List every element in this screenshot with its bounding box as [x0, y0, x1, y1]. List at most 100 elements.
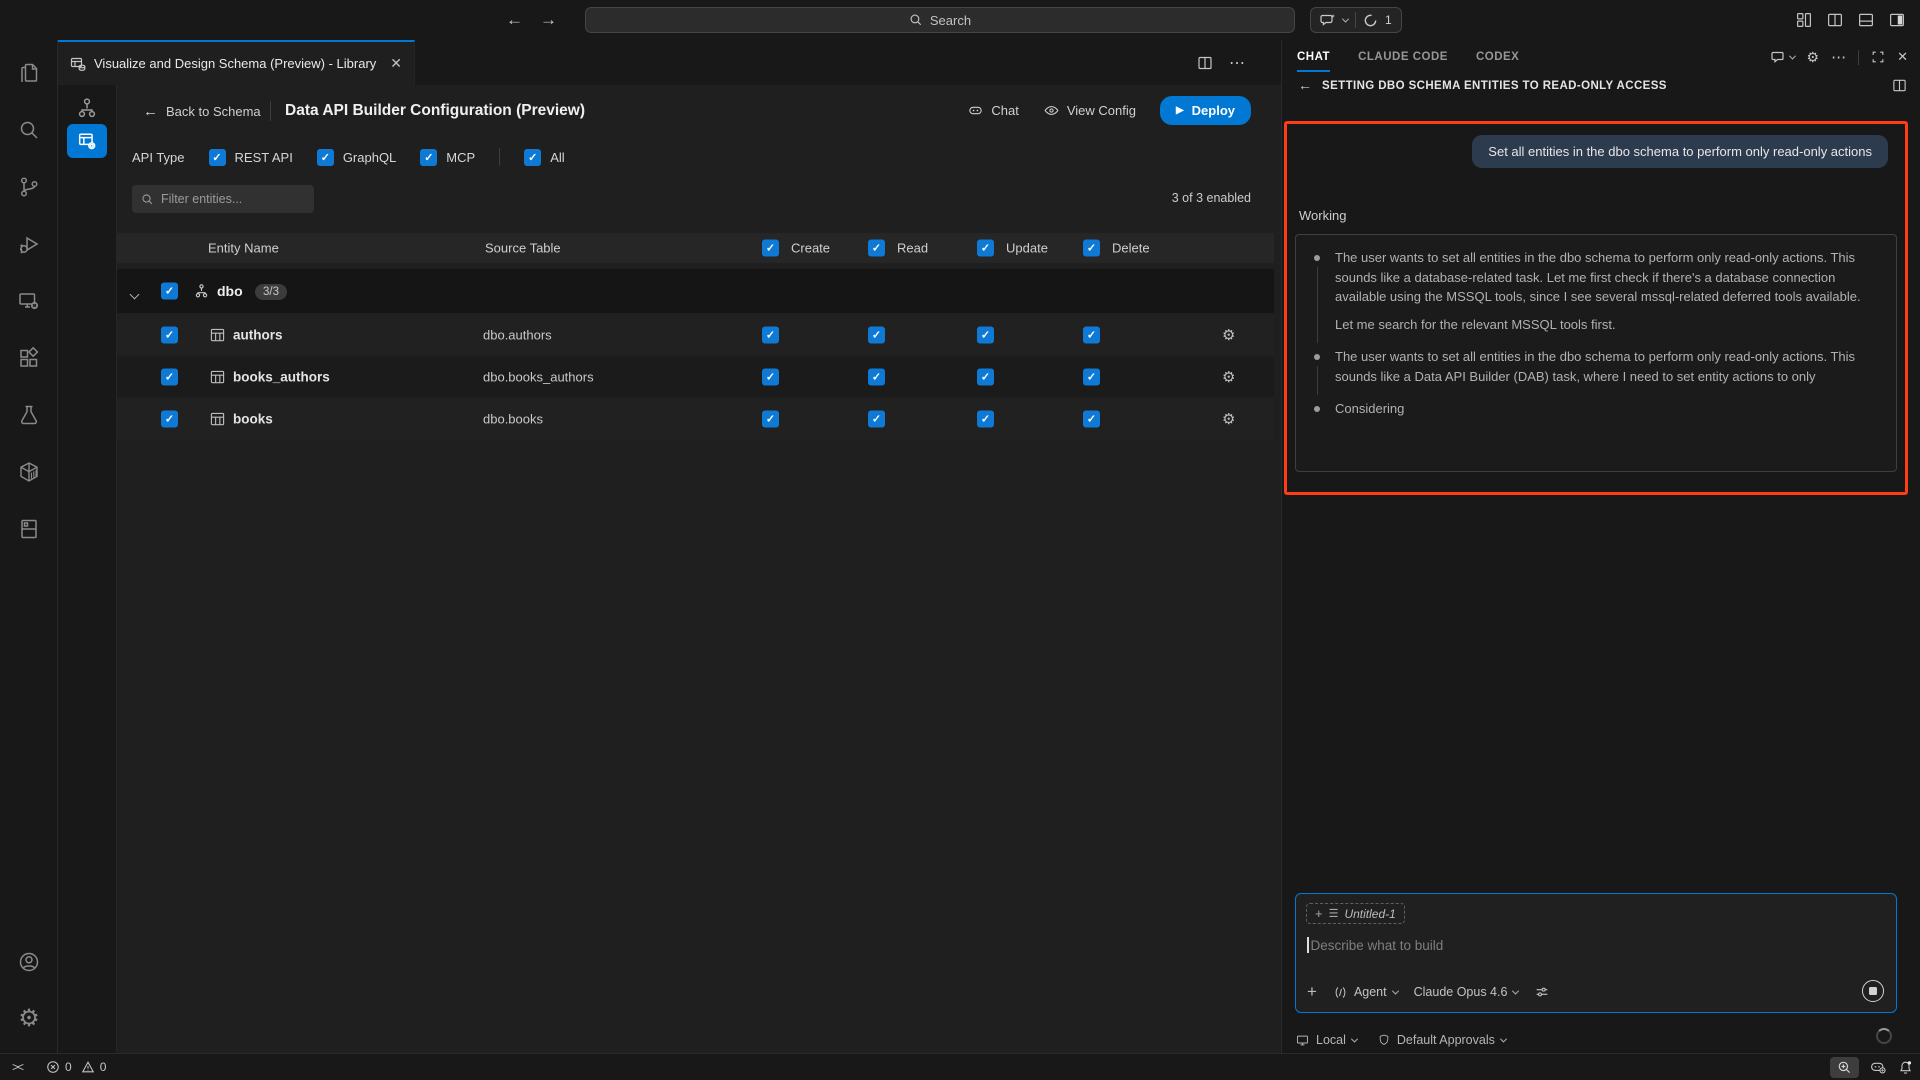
device-local-icon: [1295, 1033, 1310, 1048]
context-chip[interactable]: + ☰ Untitled-1: [1306, 903, 1405, 924]
update-checkbox[interactable]: [977, 327, 994, 344]
schema-group-row[interactable]: dbo 3/3: [117, 269, 1274, 313]
read-checkbox[interactable]: [868, 369, 885, 386]
delete-checkbox[interactable]: [1083, 327, 1100, 344]
more-actions-icon[interactable]: ⋯: [1831, 48, 1846, 66]
row-checkbox[interactable]: [161, 369, 178, 386]
update-checkbox[interactable]: [977, 369, 994, 386]
zoom-in-button[interactable]: [1830, 1057, 1859, 1078]
table-header-row: Entity Name Source Table Create Read Upd…: [117, 233, 1274, 263]
approvals-picker[interactable]: Default Approvals: [1377, 1033, 1506, 1047]
read-checkbox[interactable]: [868, 411, 885, 428]
create-all-checkbox[interactable]: [762, 240, 779, 257]
view-config-button[interactable]: View Config: [1043, 102, 1136, 119]
close-icon[interactable]: ✕: [1897, 49, 1908, 65]
attach-icon[interactable]: +: [1307, 982, 1317, 1002]
copilot-status-icon[interactable]: [1869, 1058, 1887, 1076]
back-to-schema-button[interactable]: ← Back to Schema: [143, 95, 261, 127]
command-center-search[interactable]: Search: [585, 7, 1295, 33]
split-editor-icon[interactable]: [1197, 55, 1213, 71]
toggle-panel-icon[interactable]: [1857, 11, 1875, 29]
remote-window-icon[interactable]: ><: [12, 1060, 22, 1074]
chat-input-box[interactable]: + ☰ Untitled-1 Describe what to build + …: [1295, 893, 1897, 1013]
sidebar-item-explorer[interactable]: [0, 44, 58, 101]
nav-forward-button[interactable]: →: [540, 0, 557, 40]
delete-checkbox[interactable]: [1083, 369, 1100, 386]
read-all-checkbox[interactable]: [868, 240, 885, 257]
tab-chat[interactable]: CHAT: [1297, 40, 1330, 74]
filter-entities-input[interactable]: Filter entities...: [132, 185, 314, 213]
delete-checkbox[interactable]: [1083, 411, 1100, 428]
thinking-step: The user wants to set all entities in th…: [1312, 248, 1878, 334]
chat-button[interactable]: Chat: [967, 102, 1018, 119]
agent-mode-picker[interactable]: Agent: [1333, 985, 1398, 1000]
deploy-button[interactable]: ▶ Deploy: [1160, 96, 1251, 125]
open-in-editor-icon[interactable]: [1892, 78, 1907, 93]
split-editor-icon[interactable]: [1826, 11, 1844, 29]
settings-button[interactable]: ⚙: [0, 990, 58, 1047]
maximize-icon[interactable]: [1871, 50, 1885, 64]
sidebar-item-search[interactable]: [0, 101, 58, 158]
dbo-group-checkbox[interactable]: [161, 283, 178, 300]
close-icon[interactable]: ✕: [390, 55, 402, 72]
schema-visualizer-icon[interactable]: [75, 96, 99, 120]
row-settings-gear-icon[interactable]: ⚙: [1222, 410, 1235, 428]
table-designer-button[interactable]: [67, 124, 107, 158]
update-checkbox[interactable]: [977, 411, 994, 428]
model-picker[interactable]: Claude Opus 4.6: [1414, 985, 1519, 999]
sidebar-item-containers[interactable]: [0, 443, 58, 500]
more-actions-icon[interactable]: ⋯: [1229, 53, 1245, 73]
problems-indicator[interactable]: 0 0: [46, 1060, 106, 1074]
settings-gear-icon[interactable]: ⚙: [1807, 49, 1820, 66]
tools-sliders-icon[interactable]: [1534, 984, 1550, 1000]
notifications-bell-icon[interactable]: [1897, 1059, 1914, 1076]
toggle-secondary-sidebar-icon[interactable]: [1888, 11, 1906, 29]
testing-beaker-icon: [17, 403, 41, 427]
nav-back-button[interactable]: ←: [506, 0, 523, 40]
tab-visualize-design-schema[interactable]: Visualize and Design Schema (Preview) - …: [58, 40, 415, 85]
rest-api-checkbox[interactable]: [209, 149, 226, 166]
copilot-pill[interactable]: 1: [1310, 7, 1402, 33]
sidebar-item-testing[interactable]: [0, 386, 58, 443]
row-settings-gear-icon[interactable]: ⚙: [1222, 326, 1235, 344]
sidebar-item-remote-explorer[interactable]: [0, 272, 58, 329]
table-row-authors[interactable]: authors dbo.authors ⚙: [117, 315, 1274, 355]
customize-layout-icon[interactable]: [1795, 11, 1813, 29]
create-checkbox[interactable]: [762, 327, 779, 344]
create-checkbox[interactable]: [762, 411, 779, 428]
account-button[interactable]: [0, 933, 58, 990]
delete-all-checkbox[interactable]: [1083, 240, 1100, 257]
source-table: dbo.books: [483, 412, 543, 427]
graphql-checkbox[interactable]: [317, 149, 334, 166]
vscode-window: ← → Search 1: [0, 0, 1920, 1080]
new-chat-dropdown[interactable]: [1770, 49, 1795, 65]
context-file-name: Untitled-1: [1344, 907, 1395, 921]
sidebar-item-database[interactable]: [0, 500, 58, 557]
mcp-checkbox[interactable]: [420, 149, 437, 166]
sidebar-item-extensions[interactable]: [0, 329, 58, 386]
row-settings-gear-icon[interactable]: ⚙: [1222, 368, 1235, 386]
back-arrow-icon[interactable]: ←: [1298, 77, 1312, 93]
collapse-chevron-icon[interactable]: [130, 290, 140, 300]
mcp-option[interactable]: MCP: [420, 149, 475, 166]
editor-area: Visualize and Design Schema (Preview) - …: [58, 40, 1281, 1053]
rest-api-option[interactable]: REST API: [209, 149, 293, 166]
sidebar-item-run-debug[interactable]: [0, 215, 58, 272]
graphql-option[interactable]: GraphQL: [317, 149, 396, 166]
chat-input-field[interactable]: Describe what to build: [1307, 937, 1443, 953]
tab-codex[interactable]: CODEX: [1476, 40, 1519, 74]
all-option[interactable]: All: [524, 149, 564, 166]
row-checkbox[interactable]: [161, 411, 178, 428]
all-checkbox[interactable]: [524, 149, 541, 166]
create-checkbox[interactable]: [762, 369, 779, 386]
table-row-books-authors[interactable]: books_authors dbo.books_authors ⚙: [117, 357, 1274, 397]
table-row-books[interactable]: books dbo.books ⚙: [117, 399, 1274, 439]
read-checkbox[interactable]: [868, 327, 885, 344]
agent-thinking-box[interactable]: The user wants to set all entities in th…: [1295, 234, 1897, 472]
environment-picker[interactable]: Local: [1295, 1033, 1357, 1048]
row-checkbox[interactable]: [161, 327, 178, 344]
stop-generating-button[interactable]: [1862, 980, 1884, 1002]
sidebar-item-source-control[interactable]: [0, 158, 58, 215]
tab-claude-code[interactable]: CLAUDE CODE: [1358, 40, 1448, 74]
update-all-checkbox[interactable]: [977, 240, 994, 257]
